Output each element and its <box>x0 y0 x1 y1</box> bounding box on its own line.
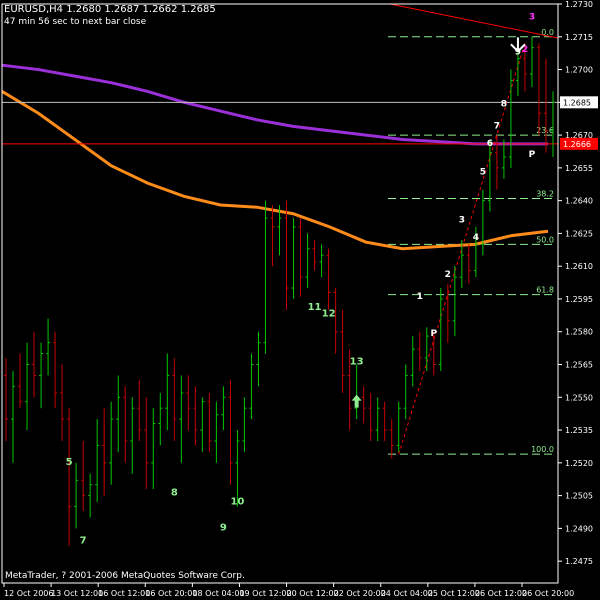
wave-count-label: 11 <box>308 302 322 313</box>
wave-count-label: 5 <box>66 457 73 468</box>
y-tick-label: 1.2730 <box>565 0 593 9</box>
y-tick-label: 1.2640 <box>565 197 593 206</box>
y-tick-label: 1.2580 <box>565 328 593 337</box>
y-tick-label: 1.2700 <box>565 66 593 75</box>
price-bars <box>4 36 555 546</box>
impulse-count-label: P <box>529 150 536 160</box>
moving-averages <box>1 63 549 251</box>
y-tick-label: 1.2475 <box>565 557 593 566</box>
fib-level-label: 100.0 <box>531 445 554 454</box>
impulse-count-label: 1 <box>417 292 423 302</box>
chart-window: 0.0 23.6 38.2 50.0 61.8 100.0 5 7 8 9 10 11 12 13 1 P 2… <box>0 0 600 600</box>
x-tick-label: 24 Oct 04:00 <box>381 589 433 598</box>
up-arrow-icon <box>351 394 362 408</box>
y-tick-label: 1.2715 <box>565 33 593 42</box>
bar-timer: 47 min 56 sec to next bar close <box>4 17 147 27</box>
y-tick-label: 1.2565 <box>565 361 593 370</box>
ask-price-label: 1.2666 <box>563 140 591 149</box>
x-tick-label: 25 Oct 12:00 <box>428 589 480 598</box>
symbol-header: EURUSD,H4 1.2680 1.2687 1.2662 1.2685 <box>4 4 216 15</box>
impulse-count-label: 7 <box>494 122 500 132</box>
impulse-count-label: 2 <box>445 270 451 280</box>
x-tick-label: 26 Oct 12:00 <box>475 589 527 598</box>
y-tick-label: 1.2490 <box>565 524 593 533</box>
x-tick-label: 12 Oct 2006 <box>4 589 53 598</box>
magenta-count-label: 3 <box>529 12 535 22</box>
wave-count-label: 12 <box>322 308 336 319</box>
x-tick-label: 19 Oct 12:00 <box>239 589 291 598</box>
fib-level-label: 38.2 <box>536 189 554 198</box>
x-tick-label: 22 Oct 20:00 <box>334 589 386 598</box>
impulse-count-label: 4 <box>473 233 479 243</box>
impulse-count-label: 6 <box>487 139 493 149</box>
wave-count-label: 7 <box>80 536 87 547</box>
y-tick-label: 1.2550 <box>565 393 593 402</box>
x-tick-label: 18 Oct 04:00 <box>192 589 244 598</box>
ma-fast-line <box>1 90 549 251</box>
y-tick-label: 1.2610 <box>565 262 593 271</box>
copyright-text: MetaTrader, ? 2001-2006 MetaQuotes Softw… <box>5 571 245 581</box>
fib-level-label: 61.8 <box>536 286 554 295</box>
current-price-label: 1.2685 <box>563 98 591 107</box>
wave-count-label: 10 <box>230 496 244 507</box>
y-tick-label: 1.2625 <box>565 229 593 238</box>
x-tick-label: 13 Oct 12:00 <box>51 589 103 598</box>
impulse-count-label: 8 <box>501 100 507 110</box>
y-tick-label: 1.2595 <box>565 295 593 304</box>
y-tick-label: 1.2520 <box>565 459 593 468</box>
x-tick-label: 16 Oct 12:00 <box>98 589 150 598</box>
y-tick-label: 1.2655 <box>565 164 593 173</box>
wave-count-label: 8 <box>171 488 178 499</box>
ma-slow-line <box>1 63 548 146</box>
fib-level-label: 50.0 <box>536 235 554 244</box>
wave-count-label: 9 <box>220 523 227 534</box>
x-tick-label: 26 Oct 20:00 <box>522 589 574 598</box>
wave-count-label: 13 <box>350 357 364 368</box>
y-tick-label: 1.2505 <box>565 492 593 501</box>
axes: 1.27301.27151.27001.26851.26701.26551.26… <box>1 0 598 598</box>
price-chart[interactable]: 0.023.638.250.061.8100.0 5789101112131P2… <box>0 0 600 600</box>
impulse-count-label: P <box>430 329 437 339</box>
impulse-count-label: 3 <box>459 215 465 225</box>
plot-frame <box>1 3 559 584</box>
y-tick-label: 1.2535 <box>565 426 593 435</box>
x-tick-label: 16 Oct 20:00 <box>145 589 197 598</box>
x-tick-label: 20 Oct 12:00 <box>287 589 339 598</box>
impulse-count-label: 5 <box>480 167 486 177</box>
